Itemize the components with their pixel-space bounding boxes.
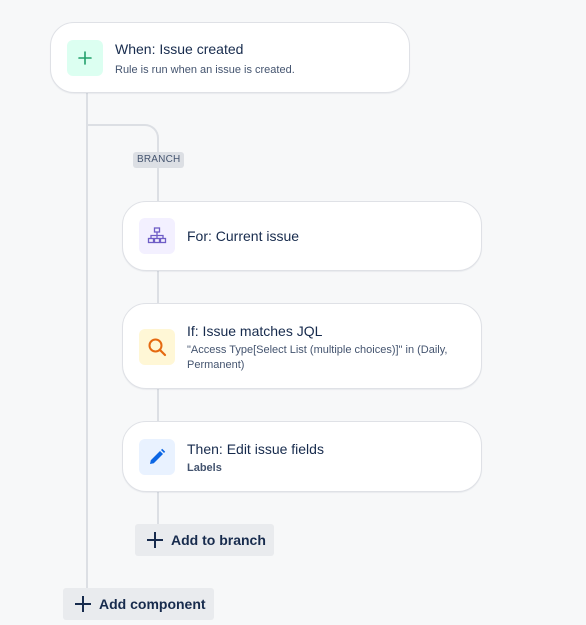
trigger-title: When: Issue created	[115, 41, 244, 57]
for-title: For: Current issue	[187, 228, 300, 244]
if-icon-box	[139, 329, 175, 365]
trigger-card[interactable]: When: Issue created Rule is run when an …	[50, 22, 410, 93]
add-to-branch-label: Add to branch	[171, 532, 266, 548]
branch-component-if[interactable]: If: Issue matches JQL "Access Type[Selec…	[122, 303, 482, 389]
hierarchy-icon	[147, 227, 167, 244]
search-icon	[148, 338, 167, 357]
trigger-icon-box	[67, 40, 103, 76]
plus-icon	[73, 594, 93, 614]
pencil-icon	[150, 448, 166, 464]
add-to-branch-button[interactable]: Add to branch	[135, 524, 274, 556]
then-title: Then: Edit issue fields	[187, 441, 324, 457]
then-icon-box	[139, 439, 175, 475]
for-icon-box	[139, 218, 175, 254]
if-title: If: Issue matches JQL	[187, 323, 323, 339]
plus-icon	[145, 530, 165, 550]
add-component-button[interactable]: Add component	[63, 588, 214, 620]
branch-connector-curve	[87, 124, 159, 152]
branch-component-for[interactable]: For: Current issue	[122, 201, 482, 271]
if-description: "Access Type[Select List (multiple choic…	[187, 344, 448, 371]
trigger-description: Rule is run when an issue is created.	[115, 64, 295, 76]
add-component-label: Add component	[99, 596, 206, 612]
then-description: Labels	[187, 462, 222, 474]
branch-component-then[interactable]: Then: Edit issue fields Labels	[122, 421, 482, 492]
plus-icon	[78, 51, 92, 65]
branch-badge: BRANCH	[133, 152, 185, 168]
main-connector-line	[86, 92, 88, 590]
